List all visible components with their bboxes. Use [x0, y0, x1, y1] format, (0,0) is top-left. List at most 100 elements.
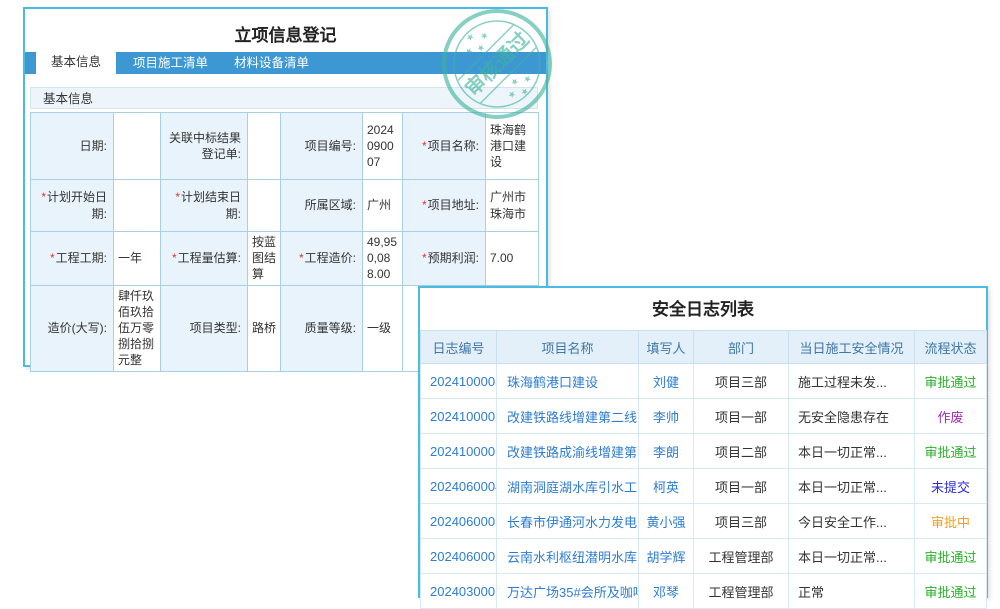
table-row: 2024100001 改建铁路成渝线增建第... 李朗 项目二部 本日一切正常.…	[421, 434, 987, 469]
writer-link[interactable]: 刘健	[653, 375, 679, 390]
table-row: 2024060002 云南水利枢纽潜明水库... 胡学辉 工程管理部 本日一切正…	[421, 539, 987, 574]
table-row: 2024100003 珠海鹤港口建设 刘健 项目三部 施工过程未发... 审批通…	[421, 364, 987, 399]
field-value-cost-in-words: 肆仟玖佰玖拾伍万零捌拾捌元整	[114, 285, 161, 371]
col-flow-status: 流程状态	[915, 331, 987, 364]
department-cell: 项目一部	[694, 469, 789, 504]
field-value-quantity-estimate: 按蓝图结算	[248, 232, 281, 286]
field-value-bid-result	[248, 113, 281, 180]
log-id-link[interactable]: 2024060003	[430, 514, 497, 529]
status-badge: 审批通过	[915, 539, 987, 574]
log-id-link[interactable]: 2024060004	[430, 479, 497, 494]
status-badge: 审批通过	[915, 434, 987, 469]
project-name-link[interactable]: 长春市伊通河水力发电...	[507, 515, 639, 530]
writer-link[interactable]: 黄小强	[646, 515, 685, 530]
safety-log-panel: 安全日志列表 日志编号 项目名称 填写人 部门 当日施工安全情况 流程状态 20…	[418, 286, 988, 598]
field-label-date: 日期:	[31, 113, 114, 180]
safety-log-title: 安全日志列表	[420, 288, 986, 330]
table-row: 2024060004 湖南洞庭湖水库引水工... 柯英 项目一部 本日一切正常.…	[421, 469, 987, 504]
col-writer: 填写人	[639, 331, 694, 364]
department-cell: 项目三部	[694, 504, 789, 539]
col-log-id: 日志编号	[421, 331, 497, 364]
required-mark: *	[422, 198, 427, 212]
field-label-bid-result: 关联中标结果登记单:	[161, 113, 248, 180]
writer-link[interactable]: 李帅	[653, 410, 679, 425]
field-value-address: 广州市珠海市	[486, 180, 539, 232]
required-mark: *	[299, 251, 304, 265]
department-cell: 工程管理部	[694, 539, 789, 574]
field-label-project-name: *项目名称:	[403, 113, 486, 180]
log-id-link[interactable]: 2024100003	[430, 374, 497, 389]
project-name-link[interactable]: 湖南洞庭湖水库引水工...	[507, 480, 639, 495]
tab-construction-list[interactable]: 项目施工清单	[120, 52, 221, 74]
field-label-quantity-estimate: *工程量估算:	[161, 232, 248, 286]
required-mark: *	[422, 251, 427, 265]
table-header-row: 日志编号 项目名称 填写人 部门 当日施工安全情况 流程状态	[421, 331, 987, 364]
department-cell: 项目三部	[694, 364, 789, 399]
form-row: *计划开始日期: *计划结束日期: 所属区域: 广州 *项目地址: 广州市珠海市	[31, 180, 539, 232]
field-value-cost: 49,950,088.00	[363, 232, 403, 286]
status-badge: 未提交	[915, 469, 987, 504]
field-value-plan-start	[114, 180, 161, 232]
col-safety-status: 当日施工安全情况	[789, 331, 915, 364]
project-name-link[interactable]: 改建铁路线增建第二线...	[507, 410, 639, 425]
field-label-duration: *工程工期:	[31, 232, 114, 286]
field-value-project-type: 路桥	[248, 285, 281, 371]
safety-note-cell: 今日安全工作...	[789, 504, 915, 539]
field-label-cost-in-words: 造价(大写):	[31, 285, 114, 371]
tab-basic-info[interactable]: 基本信息	[36, 50, 116, 74]
status-badge: 审批通过	[915, 574, 987, 609]
department-cell: 工程管理部	[694, 574, 789, 609]
log-id-link[interactable]: 2024100002	[430, 409, 497, 424]
required-mark: *	[422, 139, 427, 153]
field-value-project-no: 2024090007	[363, 113, 403, 180]
field-label-address: *项目地址:	[403, 180, 486, 232]
field-label-project-no: 项目编号:	[281, 113, 363, 180]
field-label-region: 所属区域:	[281, 180, 363, 232]
safety-note-cell: 本日一切正常...	[789, 434, 915, 469]
status-badge: 作废	[915, 399, 987, 434]
field-value-project-name: 珠海鹤港口建设	[486, 113, 539, 180]
table-row: 2024030001 万达广场35#会所及咖啡... 邓琴 工程管理部 正常 审…	[421, 574, 987, 609]
field-value-expected-profit: 7.00	[486, 232, 539, 286]
safety-note-cell: 无安全隐患存在	[789, 399, 915, 434]
field-value-quality-grade: 一级	[363, 285, 403, 371]
log-id-link[interactable]: 2024030001	[430, 584, 497, 599]
project-name-link[interactable]: 珠海鹤港口建设	[507, 375, 598, 390]
writer-link[interactable]: 邓琴	[653, 585, 679, 600]
safety-note-cell: 施工过程未发...	[789, 364, 915, 399]
section-title: 基本信息	[30, 87, 538, 109]
log-id-link[interactable]: 2024100001	[430, 444, 497, 459]
project-name-link[interactable]: 改建铁路成渝线增建第...	[507, 445, 639, 460]
form-row: 日期: 关联中标结果登记单: 项目编号: 2024090007 *项目名称: 珠…	[31, 113, 539, 180]
safety-note-cell: 正常	[789, 574, 915, 609]
status-badge: 审批通过	[915, 364, 987, 399]
project-name-link[interactable]: 万达广场35#会所及咖啡...	[507, 585, 639, 600]
field-label-plan-end: *计划结束日期:	[161, 180, 248, 232]
writer-link[interactable]: 柯英	[653, 480, 679, 495]
field-label-expected-profit: *预期利润:	[403, 232, 486, 286]
col-project-name: 项目名称	[497, 331, 639, 364]
col-department: 部门	[694, 331, 789, 364]
safety-log-table: 日志编号 项目名称 填写人 部门 当日施工安全情况 流程状态 202410000…	[420, 330, 987, 609]
field-label-project-type: 项目类型:	[161, 285, 248, 371]
field-value-duration: 一年	[114, 232, 161, 286]
writer-link[interactable]: 胡学辉	[646, 550, 685, 565]
required-mark: *	[50, 251, 55, 265]
tab-material-equipment-list[interactable]: 材料设备清单	[221, 52, 322, 74]
department-cell: 项目二部	[694, 434, 789, 469]
tab-bar: 基本信息 项目施工清单 材料设备清单	[25, 52, 546, 74]
safety-note-cell: 本日一切正常...	[789, 469, 915, 504]
form-row: *工程工期: 一年 *工程量估算: 按蓝图结算 *工程造价: 49,950,08…	[31, 232, 539, 286]
field-label-plan-start: *计划开始日期:	[31, 180, 114, 232]
safety-note-cell: 本日一切正常...	[789, 539, 915, 574]
log-id-link[interactable]: 2024060002	[430, 549, 497, 564]
field-value-plan-end	[248, 180, 281, 232]
status-badge: 审批中	[915, 504, 987, 539]
required-mark: *	[175, 190, 180, 204]
table-row: 2024060003 长春市伊通河水力发电... 黄小强 项目三部 今日安全工作…	[421, 504, 987, 539]
page-title: 立项信息登记	[25, 21, 546, 46]
writer-link[interactable]: 李朗	[653, 445, 679, 460]
table-row: 2024100002 改建铁路线增建第二线... 李帅 项目一部 无安全隐患存在…	[421, 399, 987, 434]
project-name-link[interactable]: 云南水利枢纽潜明水库...	[507, 550, 639, 565]
department-cell: 项目一部	[694, 399, 789, 434]
